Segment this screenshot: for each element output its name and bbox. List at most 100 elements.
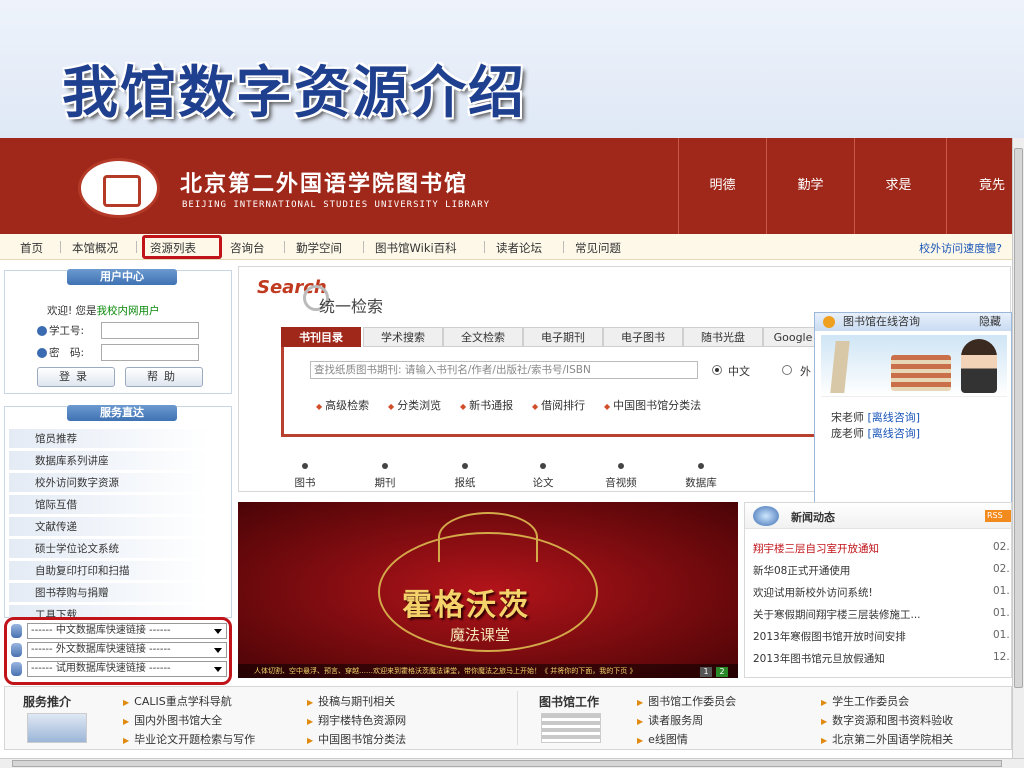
footer-link[interactable]: 毕业论文开题检索与写作 bbox=[123, 731, 255, 747]
tab-fulltext[interactable]: 全文检索 bbox=[443, 327, 523, 347]
service-item[interactable]: 馆际互借 bbox=[9, 495, 209, 515]
footer-link[interactable]: 数字资源和图书资料验收 bbox=[821, 712, 953, 728]
news-item[interactable]: 新华08正式开通使用 02. bbox=[753, 563, 1009, 578]
login-button[interactable]: 登录 bbox=[37, 367, 115, 387]
library-name-en: BEIJING INTERNATIONAL STUDIES UNIVERSITY… bbox=[182, 200, 491, 210]
footer-link[interactable]: 读者服务周 bbox=[637, 712, 703, 728]
tab-scholar[interactable]: 学术搜索 bbox=[363, 327, 443, 347]
nav-item-overview[interactable]: 本馆概况 bbox=[72, 240, 118, 256]
nav-item-forum[interactable]: 读者论坛 bbox=[496, 240, 542, 256]
news-header: 新闻动态 RSS bbox=[745, 503, 1011, 529]
service-item[interactable]: 文献传递 bbox=[9, 517, 209, 537]
foreign-db-select[interactable]: ------ 外文数据库快速链接 ------ bbox=[27, 642, 227, 658]
footer-link[interactable]: 翔宇楼特色资源网 bbox=[307, 712, 406, 728]
chat-hide-button[interactable]: 隐藏 bbox=[979, 313, 1001, 331]
vertical-scrollbar[interactable] bbox=[1012, 138, 1024, 760]
pwd-label: 密 码: bbox=[37, 345, 84, 360]
library-banner: 北京第二外国语学院图书馆 BEIJING INTERNATIONAL STUDI… bbox=[0, 138, 1012, 234]
horizontal-scrollbar[interactable] bbox=[0, 758, 1024, 768]
news-item[interactable]: 2013年寒假图书馆开放时间安排 01. bbox=[753, 629, 1009, 644]
footer-link[interactable]: e线图情 bbox=[637, 731, 688, 747]
promo-page-2[interactable]: 2 bbox=[716, 667, 728, 677]
nav-item-faq[interactable]: 常见问题 bbox=[575, 240, 621, 256]
chat-banner-image bbox=[821, 335, 1007, 397]
news-item[interactable]: 2013年图书馆元旦放假通知 12. bbox=[753, 651, 1009, 666]
promo-page-1[interactable]: 1 bbox=[700, 667, 712, 677]
radio-chinese[interactable] bbox=[712, 365, 722, 375]
category-databases[interactable]: 数据库 bbox=[679, 463, 723, 490]
nav-item-home[interactable]: 首页 bbox=[20, 240, 43, 256]
service-item[interactable]: 馆员推荐 bbox=[9, 429, 209, 449]
quick-link-row: ------ 外文数据库快速链接 ------ bbox=[11, 642, 227, 658]
scroll-thumb[interactable] bbox=[1014, 148, 1023, 688]
footer-link[interactable]: 学生工作委员会 bbox=[821, 693, 909, 709]
promo-banner[interactable]: 霍格沃茨 魔法课堂 人体切割、空中悬浮、预言、穿越……欢迎来到霍格沃茨魔法课堂，… bbox=[238, 502, 738, 678]
clc-link[interactable]: 中国图书馆分类法 bbox=[604, 397, 701, 413]
category-books[interactable]: 图书 bbox=[283, 463, 327, 490]
footer-link[interactable]: 图书馆工作委员会 bbox=[637, 693, 736, 709]
motto-item: 求是 bbox=[854, 138, 942, 234]
news-item[interactable]: 关于寒假期间翔宇楼三层装修施工... 01. bbox=[753, 607, 1009, 622]
footer-link[interactable]: CALIS重点学科导航 bbox=[123, 693, 232, 709]
service-item[interactable]: 硕士学位论文系统 bbox=[9, 539, 209, 559]
computer-image bbox=[27, 713, 87, 743]
trial-db-select[interactable]: ------ 试用数据库快速链接 ------ bbox=[27, 661, 227, 677]
offline-consult-link[interactable]: [离线咨询] bbox=[868, 411, 921, 424]
library-logo-icon[interactable] bbox=[78, 158, 160, 218]
password-input[interactable] bbox=[101, 344, 199, 361]
advanced-search-link[interactable]: 高级检索 bbox=[316, 397, 369, 413]
id-label: 学工号: bbox=[37, 323, 84, 338]
category-newspapers[interactable]: 报纸 bbox=[443, 463, 487, 490]
browser-viewport: 北京第二外国语学院图书馆 BEIJING INTERNATIONAL STUDI… bbox=[0, 138, 1024, 768]
database-icon bbox=[11, 643, 22, 657]
radio-chinese-label: 中文 bbox=[728, 365, 750, 378]
service-item[interactable]: 图书荐购与捐赠 bbox=[9, 583, 209, 603]
user-icon bbox=[823, 316, 835, 328]
category-theses[interactable]: 论文 bbox=[521, 463, 565, 490]
nav-highlight-box bbox=[142, 235, 222, 259]
borrow-ranking-link[interactable]: 借阅排行 bbox=[532, 397, 585, 413]
rss-icon[interactable]: RSS bbox=[985, 510, 1011, 522]
offline-consult-link[interactable]: [离线咨询] bbox=[868, 427, 921, 440]
cn-db-select[interactable]: ------ 中文数据库快速链接 ------ bbox=[27, 623, 227, 639]
news-title: 新闻动态 bbox=[791, 511, 835, 524]
help-button[interactable]: 帮助 bbox=[125, 367, 203, 387]
footer-link[interactable]: 国内外图书馆大全 bbox=[123, 712, 222, 728]
category-media[interactable]: 音视频 bbox=[599, 463, 643, 490]
question-icon bbox=[37, 348, 47, 358]
footer-link[interactable]: 中国图书馆分类法 bbox=[307, 731, 406, 747]
service-item[interactable]: 校外访问数字资源 bbox=[9, 473, 209, 493]
news-item[interactable]: 翔宇楼三层自习室开放通知 02. bbox=[753, 541, 1009, 556]
librarian-image bbox=[961, 339, 997, 393]
quick-link-row: ------ 试用数据库快速链接 ------ bbox=[11, 661, 227, 677]
welcome-prefix: 欢迎! 您是 bbox=[47, 305, 97, 317]
nav-item-wiki[interactable]: 图书馆Wiki百科 bbox=[375, 240, 457, 256]
news-panel: 新闻动态 RSS 翔宇楼三层自习室开放通知 02. 新华08正式开通使用 02. 欢… bbox=[744, 502, 1012, 678]
category-journals[interactable]: 期刊 bbox=[363, 463, 407, 490]
scroll-thumb[interactable] bbox=[12, 760, 1002, 767]
nav-item-study-space[interactable]: 勤学空间 bbox=[296, 240, 342, 256]
news-item[interactable]: 欢迎试用新校外访问系统! 01. bbox=[753, 585, 1009, 600]
offcampus-speed-link[interactable]: 校外访问速度慢? bbox=[919, 240, 1002, 256]
service-item[interactable]: 自助复印打印和扫描 bbox=[9, 561, 209, 581]
tab-ebook[interactable]: 电子图书 bbox=[603, 327, 683, 347]
footer-link[interactable]: 投稿与期刊相关 bbox=[307, 693, 395, 709]
service-item[interactable]: 数据库系列讲座 bbox=[9, 451, 209, 471]
chat-contact: 庞老师 [离线咨询] bbox=[831, 427, 921, 440]
tab-ejournal[interactable]: 电子期刊 bbox=[523, 327, 603, 347]
online-consult-widget: 图书馆在线咨询 隐藏 宋老师 [离线咨询] 庞老师 [离线咨询] bbox=[814, 312, 1012, 506]
footer-link[interactable]: 北京第二外国语学院相关 bbox=[821, 731, 953, 747]
browse-category-link[interactable]: 分类浏览 bbox=[388, 397, 441, 413]
tab-catalog[interactable]: 书刊目录 bbox=[281, 327, 361, 347]
services-panel: 服务直达 馆员推荐 数据库系列讲座 校外访问数字资源 馆际互借 文献传递 硕士学… bbox=[4, 405, 232, 619]
tab-cd[interactable]: 随书光盘 bbox=[683, 327, 763, 347]
radio-foreign[interactable] bbox=[782, 365, 792, 375]
footer-divider bbox=[517, 691, 518, 745]
user-center-title: 用户中心 bbox=[67, 269, 177, 285]
search-input[interactable]: 查找纸质图书期刊: 请输入书刊名/作者/出版社/索书号/ISBN bbox=[310, 361, 698, 379]
main-nav: 首页 本馆概况 资源列表 咨询台 勤学空间 图书馆Wiki百科 读者论坛 常见问… bbox=[0, 234, 1012, 260]
nav-item-consult[interactable]: 咨询台 bbox=[230, 240, 265, 256]
new-books-link[interactable]: 新书通报 bbox=[460, 397, 513, 413]
id-input[interactable] bbox=[101, 322, 199, 339]
tower-image bbox=[830, 341, 850, 393]
